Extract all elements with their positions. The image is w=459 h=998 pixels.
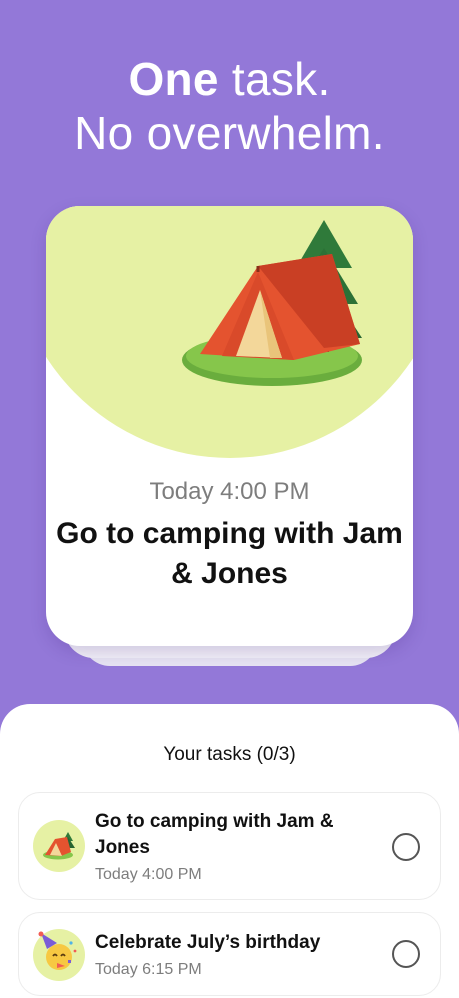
camping-tent-icon: [182, 220, 362, 386]
task-item[interactable]: Celebrate July’s birthday Today 6:15 PM: [18, 912, 441, 996]
headline-bold: One: [128, 53, 219, 105]
task-icon-container: [33, 820, 85, 872]
task-title: Go to camping with Jam & Jones: [95, 811, 334, 858]
hero-task-card[interactable]: Today 4:00 PM Go to camping with Jam & J…: [46, 206, 413, 646]
task-complete-checkbox[interactable]: [392, 940, 420, 968]
tasks-count-title: Your tasks (0/3): [163, 744, 296, 765]
task-time: Today 4:00 PM: [95, 866, 202, 883]
headline-line2: No overwhelm.: [74, 107, 385, 159]
task-time: Today 6:15 PM: [95, 961, 202, 978]
task-title: Celebrate July’s birthday: [95, 932, 321, 953]
hero-task-time: Today 4:00 PM: [149, 478, 310, 505]
party-face-icon: [38, 931, 77, 970]
camping-tent-icon: [43, 832, 75, 860]
task-complete-checkbox[interactable]: [392, 833, 420, 861]
hero-task-title: Go to camping with Jam & Jones: [56, 517, 403, 590]
task-icon-container: [33, 929, 85, 981]
task-item[interactable]: Go to camping with Jam & Jones Today 4:0…: [18, 792, 441, 900]
headline: One task. No overwhelm.: [0, 52, 459, 160]
headline-rest: task.: [218, 53, 331, 105]
tasks-sheet: Your tasks (0/3) Go to camping with Jam …: [0, 704, 459, 998]
